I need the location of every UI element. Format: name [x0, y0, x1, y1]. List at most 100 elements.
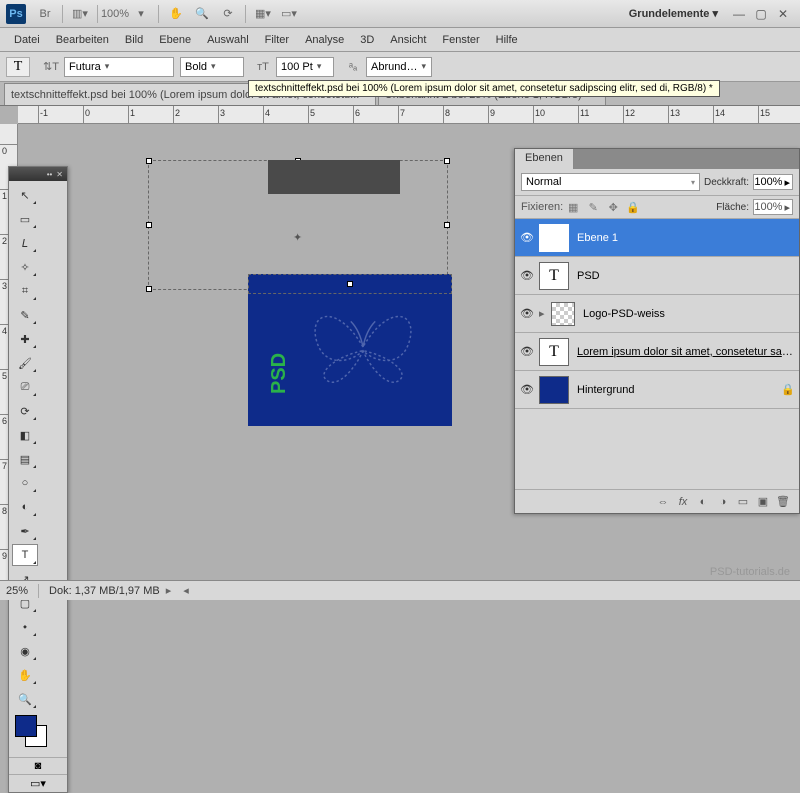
font-size-dropdown[interactable]: 100 Pt: [276, 57, 334, 77]
lock-paint-icon[interactable]: ✎: [585, 200, 601, 214]
scroll-left-icon[interactable]: ◂: [183, 584, 189, 597]
antialias-dropdown[interactable]: Abrund…: [366, 57, 432, 77]
lock-all-icon[interactable]: 🔒: [625, 200, 641, 214]
visibility-icon[interactable]: 👁: [519, 269, 535, 282]
layer-thumb[interactable]: [551, 302, 575, 326]
new-layer-icon[interactable]: ▣: [753, 495, 773, 508]
group-icon[interactable]: ▭: [733, 495, 753, 508]
close-button[interactable]: ✕: [776, 7, 790, 21]
menu-ebene[interactable]: Ebene: [151, 31, 199, 49]
visibility-icon[interactable]: 👁: [519, 231, 535, 244]
menu-auswahl[interactable]: Auswahl: [199, 31, 257, 49]
lock-move-icon[interactable]: ✥: [605, 200, 621, 214]
layers-panel[interactable]: Ebenen Normal Deckkraft: 100%▸ Fixieren:…: [514, 148, 800, 514]
screen-icon[interactable]: ▭▾: [278, 3, 300, 25]
zoom-display[interactable]: 100%: [104, 3, 126, 25]
toolbox-close-icon[interactable]: ✕: [56, 170, 63, 179]
foreground-swatch[interactable]: [15, 715, 37, 737]
menu-3d[interactable]: 3D: [352, 31, 382, 49]
color-swatches[interactable]: [9, 713, 67, 757]
tool-crop[interactable]: ⌗: [12, 280, 38, 302]
menu-filter[interactable]: Filter: [257, 31, 297, 49]
menu-datei[interactable]: Datei: [6, 31, 48, 49]
tool-3d[interactable]: ⬩: [12, 616, 38, 638]
tool-move[interactable]: ↖: [12, 184, 38, 206]
layer-name[interactable]: Lorem ipsum dolor sit amet, consetetur s…: [577, 346, 795, 358]
menu-hilfe[interactable]: Hilfe: [488, 31, 526, 49]
status-zoom[interactable]: 25%: [6, 585, 28, 597]
tool-heal[interactable]: ✚: [12, 328, 38, 350]
layer-row[interactable]: 👁 T Ebene 1: [515, 219, 799, 257]
layer-row[interactable]: 👁▸Logo-PSD-weiss: [515, 295, 799, 333]
screenmode-toggle[interactable]: ▭▾: [9, 774, 67, 792]
layer-name[interactable]: Hintergrund: [577, 384, 781, 396]
adjustment-icon[interactable]: ◑: [713, 496, 733, 508]
tool-history[interactable]: ⟳: [12, 400, 38, 422]
tool-gradient[interactable]: ▤: [12, 448, 38, 470]
tool-3d-cam[interactable]: ◉: [12, 640, 38, 662]
menu-analyse[interactable]: Analyse: [297, 31, 352, 49]
zoomtool-icon[interactable]: 🔍: [191, 3, 213, 25]
tool-marquee[interactable]: ▭: [12, 208, 38, 230]
workspace-selector[interactable]: Grundelemente ▾: [629, 7, 718, 20]
hand-icon[interactable]: ✋: [165, 3, 187, 25]
layer-row[interactable]: 👁Hintergrund🔒: [515, 371, 799, 409]
status-doc[interactable]: Dok: 1,37 MB/1,97 MB: [49, 585, 160, 597]
layer-row[interactable]: 👁 T Lorem ipsum dolor sit amet, consetetur…: [515, 333, 799, 371]
toolbox-header[interactable]: •• ✕: [9, 167, 67, 181]
lock-trans-icon[interactable]: ▦: [565, 200, 581, 214]
quickmask-toggle[interactable]: ◙: [9, 757, 67, 774]
tool-brush[interactable]: 🖌: [12, 352, 38, 374]
status-arrow-icon[interactable]: ▸: [166, 584, 172, 597]
visibility-icon[interactable]: 👁: [519, 383, 535, 396]
rotate-icon[interactable]: ⟳: [217, 3, 239, 25]
trash-icon[interactable]: 🗑: [773, 495, 793, 508]
layer-thumb[interactable]: T: [539, 224, 569, 252]
layer-thumb[interactable]: T: [539, 338, 569, 366]
marquee-selection[interactable]: [248, 274, 452, 294]
tool-type[interactable]: T: [12, 544, 38, 566]
layer-name[interactable]: PSD: [577, 270, 795, 282]
fill-field[interactable]: 100%▸: [753, 199, 793, 215]
tool-zoom[interactable]: 🔍: [12, 688, 38, 710]
arrange-icon[interactable]: ▦▾: [252, 3, 274, 25]
layers-tab[interactable]: Ebenen: [515, 149, 574, 169]
bridge-icon[interactable]: Br: [34, 3, 56, 25]
toolbox-panel[interactable]: •• ✕ ↖▭𝘓✧⌗✎✚🖌⎚⟳◧▤○◐✒T↗▢⬩◉✋🔍 ◙ ▭▾: [8, 166, 68, 793]
mask-icon[interactable]: ◐: [693, 496, 713, 508]
toolbox-collapse-icon[interactable]: ••: [47, 170, 53, 179]
blend-mode-dropdown[interactable]: Normal: [521, 173, 700, 191]
font-family-dropdown[interactable]: Futura: [64, 57, 174, 77]
layer-name[interactable]: Logo-PSD-weiss: [583, 308, 795, 320]
visibility-icon[interactable]: 👁: [519, 307, 535, 320]
tool-lasso[interactable]: 𝘓: [12, 232, 38, 254]
menu-bearbeiten[interactable]: Bearbeiten: [48, 31, 117, 49]
menu-fenster[interactable]: Fenster: [434, 31, 487, 49]
viewmode-icon[interactable]: ▥▾: [69, 3, 91, 25]
layer-name[interactable]: Ebene 1: [577, 232, 795, 244]
tool-eyedropper[interactable]: ✎: [12, 304, 38, 326]
tool-blur[interactable]: ○: [12, 472, 38, 494]
transform-center-icon[interactable]: ✦: [293, 231, 302, 244]
layer-thumb[interactable]: [539, 376, 569, 404]
orientation-icon[interactable]: ⇅T: [40, 56, 62, 78]
link-layers-icon[interactable]: ⇔: [653, 496, 673, 508]
tool-pen[interactable]: ✒: [12, 520, 38, 542]
tool-eraser[interactable]: ◧: [12, 424, 38, 446]
menu-ansicht[interactable]: Ansicht: [382, 31, 434, 49]
current-tool-indicator[interactable]: T: [6, 57, 30, 77]
ruler-horizontal[interactable]: -1012345678910111213141516: [18, 106, 800, 124]
tool-stamp[interactable]: ⎚: [12, 376, 38, 398]
font-weight-dropdown[interactable]: Bold: [180, 57, 244, 77]
fx-icon[interactable]: fx: [673, 496, 693, 508]
tool-dodge[interactable]: ◐: [12, 496, 38, 518]
layer-row[interactable]: 👁 T PSD: [515, 257, 799, 295]
visibility-icon[interactable]: 👁: [519, 345, 535, 358]
opacity-field[interactable]: 100%▸: [753, 174, 793, 190]
tool-hand[interactable]: ✋: [12, 664, 38, 686]
tool-wand[interactable]: ✧: [12, 256, 38, 278]
layer-thumb[interactable]: T: [539, 262, 569, 290]
menu-bild[interactable]: Bild: [117, 31, 151, 49]
minimize-button[interactable]: —: [732, 7, 746, 21]
maximize-button[interactable]: ▢: [754, 7, 768, 21]
